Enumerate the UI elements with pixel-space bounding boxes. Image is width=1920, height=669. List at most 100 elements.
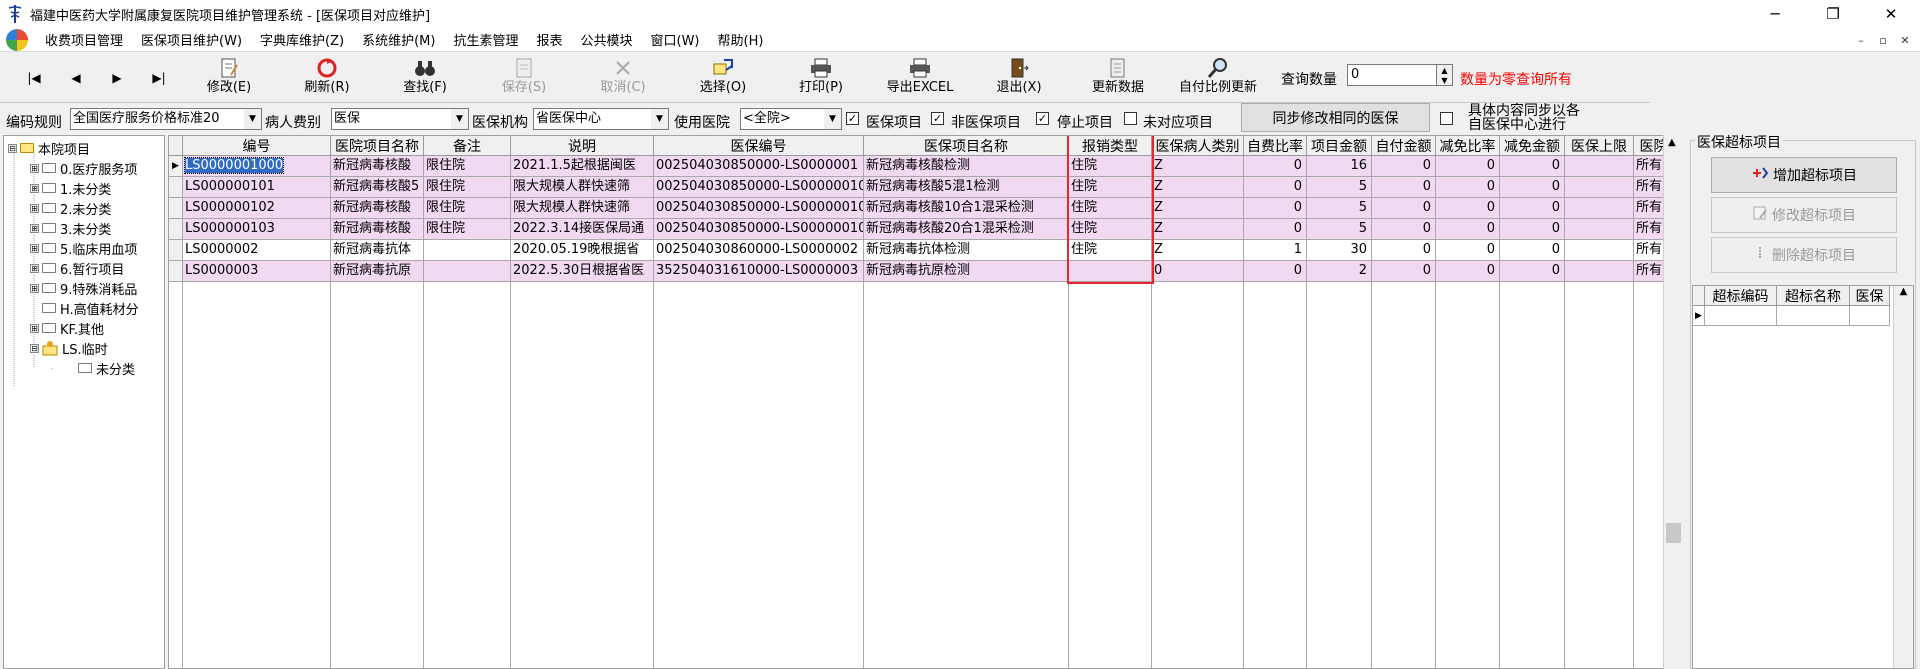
edit-button[interactable]: 修改(E) [200, 56, 258, 100]
table-cell-hospital-item-name[interactable]: 新冠病毒抗原 [331, 261, 424, 282]
over-limit-name-header[interactable]: 超标名称 [1777, 286, 1850, 306]
col-hospital-item-name-header[interactable]: 医院项目名称 [331, 136, 424, 156]
table-cell-insurance-item-name[interactable]: 新冠病毒核酸20合1混采检测 [864, 219, 1069, 240]
table-cell-discount-ratio[interactable]: 0 [1436, 219, 1500, 240]
mdi-minimize-button[interactable]: – [1852, 31, 1870, 49]
menu-reports[interactable]: 报表 [527, 30, 571, 49]
table-cell-item-amount[interactable]: 5 [1307, 198, 1372, 219]
col-self-pay-amount-header[interactable]: 自付金额 [1372, 136, 1436, 156]
table-cell-item-amount[interactable]: 30 [1307, 240, 1372, 261]
table-cell-patient-category[interactable]: Z [1152, 219, 1244, 240]
last-record-button[interactable]: ▶| [147, 69, 171, 87]
cancel-button[interactable]: 取消(C) [594, 56, 652, 100]
menu-help[interactable]: 帮助(H) [709, 30, 773, 49]
insurance-org-select[interactable]: 省医保中心 ▼ [533, 108, 669, 130]
menu-antibiotics[interactable]: 抗生素管理 [444, 30, 527, 49]
spin-down-icon[interactable]: ▼ [1441, 76, 1447, 85]
next-record-button[interactable]: ▶ [105, 69, 129, 87]
spin-up-icon[interactable]: ▲ [1441, 66, 1447, 75]
table-cell-item-amount[interactable]: 16 [1307, 156, 1372, 177]
menu-insurance-maintenance[interactable]: 医保项目维护(W) [132, 30, 251, 49]
col-insurance-cap-header[interactable]: 医保上限 [1565, 136, 1634, 156]
table-cell-discount-amount[interactable]: 0 [1500, 198, 1565, 219]
table-cell-insurance-item-name[interactable]: 新冠病毒核酸检测 [864, 156, 1069, 177]
table-cell-insurance-cap[interactable] [1565, 198, 1634, 219]
table-cell-description[interactable]: 限大规模人群快速筛 [511, 177, 654, 198]
code-rule-select[interactable]: 全国医疗服务价格标准20 ▼ [70, 108, 262, 130]
table-cell-description[interactable]: 2020.05.19晚根据省 [511, 240, 654, 261]
table-cell-discount-ratio[interactable]: 0 [1436, 240, 1500, 261]
menu-public-modules[interactable]: 公共模块 [571, 30, 641, 49]
patient-type-select[interactable]: 医保 ▼ [331, 108, 469, 130]
tree-node-1[interactable]: ⊞ 1.未分类 [30, 178, 111, 198]
table-cell-self-pay-amount[interactable]: 0 [1372, 156, 1436, 177]
table-cell-insurance-cap[interactable] [1565, 261, 1634, 282]
row-indicator[interactable]: ▶ [1693, 306, 1705, 326]
non-insured-item-checkbox[interactable]: ✓ [931, 112, 944, 125]
stopped-item-checkbox[interactable]: ✓ [1036, 112, 1049, 125]
table-cell-code[interactable]: LS0000001000 [183, 156, 331, 177]
first-record-button[interactable]: |◀ [22, 69, 46, 87]
tree-collapse-icon[interactable]: ⊟ [30, 343, 39, 353]
table-cell-self-pay-ratio[interactable]: 0 [1244, 219, 1307, 240]
table-cell-description[interactable]: 2022.3.14接医保局通 [511, 219, 654, 240]
table-cell-insurance-code[interactable]: 002504030860000-LS0000002 [654, 240, 864, 261]
tree-node-kf[interactable]: ⊞ KF.其他 [30, 318, 104, 338]
table-cell-code[interactable]: LS000000102 [183, 198, 331, 219]
minimize-button[interactable]: ─ [1746, 0, 1804, 28]
table-cell-item-amount[interactable]: 2 [1307, 261, 1372, 282]
table-cell-self-pay-ratio[interactable]: 0 [1244, 177, 1307, 198]
save-button[interactable]: 保存(S) [495, 56, 553, 100]
table-cell-insurance-code[interactable]: 352504031610000-LS0000003 [654, 261, 864, 282]
table-cell-self-pay-amount[interactable]: 0 [1372, 177, 1436, 198]
row-indicator[interactable]: ▶ [169, 156, 183, 177]
find-button[interactable]: 查找(F) [396, 56, 454, 100]
table-cell-code[interactable]: LS0000003 [183, 261, 331, 282]
self-pay-ratio-update-button[interactable]: 自付比例更新 [1170, 56, 1266, 100]
table-cell-discount-amount[interactable]: 0 [1500, 219, 1565, 240]
table-cell-insurance-item-name[interactable]: 新冠病毒核酸10合1混采检测 [864, 198, 1069, 219]
menu-system-maintenance[interactable]: 系统维护(M) [353, 30, 444, 49]
table-cell[interactable] [1705, 306, 1777, 326]
table-cell-self-pay-amount[interactable]: 0 [1372, 219, 1436, 240]
table-cell-hospital-item-name[interactable]: 新冠病毒核酸 [331, 219, 424, 240]
table-cell-discount-ratio[interactable]: 0 [1436, 198, 1500, 219]
query-count-input[interactable]: 0 [1347, 64, 1437, 86]
row-indicator[interactable] [169, 240, 183, 261]
table-cell-insurance-item-name[interactable]: 新冠病毒抗体检测 [864, 240, 1069, 261]
table-cell-discount-amount[interactable]: 0 [1500, 177, 1565, 198]
add-over-limit-button[interactable]: 增加超标项目 [1711, 157, 1897, 193]
sync-note-checkbox[interactable] [1440, 112, 1453, 125]
table-cell-remark[interactable]: 限住院 [424, 156, 511, 177]
tree-node-ls-uncategorized[interactable]: 未分类 [78, 358, 135, 378]
table-cell-self-pay-amount[interactable]: 0 [1372, 198, 1436, 219]
table-cell-self-pay-ratio[interactable]: 0 [1244, 198, 1307, 219]
tree-node-root[interactable]: ⊟ 本院项目 [8, 138, 90, 158]
table-cell-hospital-item-name[interactable]: 新冠病毒核酸5 [331, 177, 424, 198]
col-self-pay-ratio-header[interactable]: 自费比率 [1244, 136, 1307, 156]
table-cell-self-pay-ratio[interactable]: 1 [1244, 240, 1307, 261]
tree-node-6[interactable]: ⊞ 6.暂行项目 [30, 258, 124, 278]
col-insurance-code-header[interactable]: 医保编号 [654, 136, 864, 156]
table-cell-hospital-item-name[interactable]: 新冠病毒核酸 [331, 156, 424, 177]
table-cell-self-pay-ratio[interactable]: 0 [1244, 261, 1307, 282]
previous-record-button[interactable]: ◀ [64, 69, 88, 87]
table-cell-patient-category[interactable]: Z [1152, 177, 1244, 198]
col-discount-amount-header[interactable]: 减免金额 [1500, 136, 1565, 156]
table-cell-self-pay-amount[interactable]: 0 [1372, 261, 1436, 282]
menu-dictionary-maintenance[interactable]: 字典库维护(Z) [251, 30, 353, 49]
query-count-spinner[interactable]: ▲ ▼ [1437, 64, 1453, 86]
table-cell-insurance-cap[interactable] [1565, 156, 1634, 177]
table-cell-patient-category[interactable]: Z [1152, 198, 1244, 219]
tree-expand-icon[interactable]: ⊞ [30, 243, 39, 253]
tree-node-5[interactable]: ⊞ 5.临床用血项 [30, 238, 137, 258]
col-code-header[interactable]: 编号 [183, 136, 331, 156]
table-cell-discount-amount[interactable]: 0 [1500, 240, 1565, 261]
table-cell-code[interactable]: LS000000103 [183, 219, 331, 240]
grid-vertical-scrollbar[interactable]: ▲ [1663, 135, 1683, 669]
table-cell-description[interactable]: 限大规模人群快速筛 [511, 198, 654, 219]
table-cell-insurance-code[interactable]: 002504030850000-LS000000103 [654, 219, 864, 240]
tree-node-3[interactable]: ⊞ 3.未分类 [30, 218, 111, 238]
table-cell-item-amount[interactable]: 5 [1307, 177, 1372, 198]
table-cell-remark[interactable]: 限住院 [424, 198, 511, 219]
